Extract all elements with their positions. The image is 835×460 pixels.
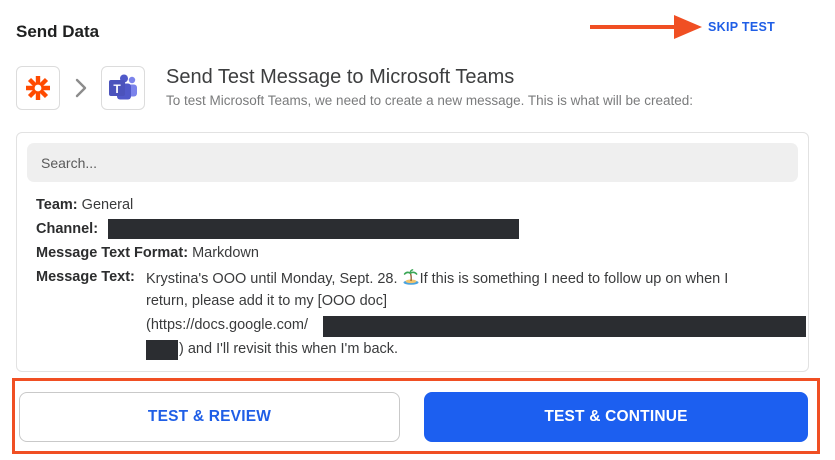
- field-team: Team: General: [36, 197, 133, 213]
- field-message-format: Message Text Format: Markdown: [36, 245, 259, 261]
- field-team-value: General: [81, 197, 134, 213]
- zapier-icon: [16, 66, 60, 110]
- message-text-part-b: If this is something I need to follow up…: [419, 271, 729, 287]
- message-text-line-2: return, please add it to my [OOO doc]: [146, 293, 387, 309]
- test-and-review-button[interactable]: TEST & REVIEW: [19, 392, 400, 442]
- message-text-line-4: ) and I'll revisit this when I'm back.: [179, 341, 399, 357]
- redacted-doc-url-end: [146, 340, 178, 360]
- search-input[interactable]: [27, 143, 798, 182]
- field-format-value: Markdown: [192, 245, 259, 261]
- field-team-label: Team:: [36, 197, 78, 213]
- message-text-line-1: Krystina's OOO until Monday, Sept. 28. I…: [146, 269, 728, 287]
- field-channel: Channel:: [36, 221, 98, 237]
- field-format-label: Message Text Format:: [36, 245, 189, 261]
- message-text-part-a: Krystina's OOO until Monday, Sept. 28.: [146, 271, 398, 287]
- step-subtitle: To test Microsoft Teams, we need to crea…: [166, 93, 693, 108]
- chevron-right-icon: [75, 78, 87, 98]
- section-title: Send Data: [16, 22, 100, 41]
- redacted-doc-url: [323, 316, 806, 337]
- field-channel-label: Channel:: [36, 221, 99, 237]
- annotation-arrow-icon: [590, 15, 702, 39]
- microsoft-teams-icon: T: [101, 66, 145, 110]
- message-text-line-3: (https://docs.google.com/: [146, 317, 308, 333]
- desert-island-icon: [403, 269, 419, 285]
- test-and-continue-button[interactable]: TEST & CONTINUE: [424, 392, 808, 442]
- skip-test-link[interactable]: SKIP TEST: [708, 20, 775, 34]
- field-message-label: Message Text:: [36, 269, 135, 285]
- svg-text:T: T: [113, 82, 121, 96]
- redacted-channel-value: [108, 219, 519, 239]
- step-title: Send Test Message to Microsoft Teams: [166, 66, 515, 88]
- field-message-text-label-row: Message Text:: [36, 269, 135, 285]
